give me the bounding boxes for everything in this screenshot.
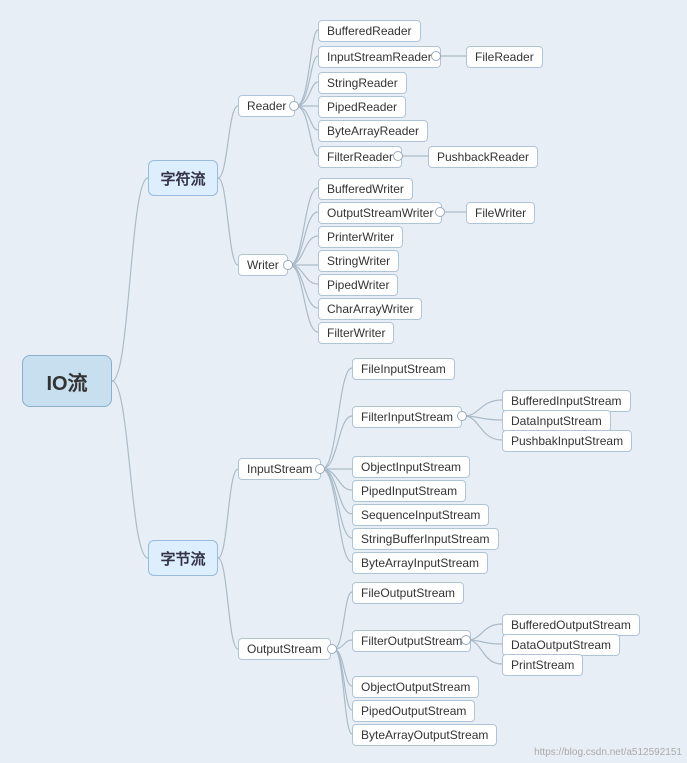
filter-writer: FilterWriter [318, 322, 394, 344]
inputstream-reader: InputStreamReader [318, 46, 441, 68]
outputstream-collapse-dot[interactable] [327, 644, 337, 654]
char-node: 字符流 [148, 160, 218, 196]
buffered-writer: BufferedWriter [318, 178, 413, 200]
filter-inputstream: FilterInputStream [352, 406, 462, 428]
outputstream-node: OutputStream [238, 638, 331, 660]
string-writer: StringWriter [318, 250, 399, 272]
buffered-reader: BufferedReader [318, 20, 421, 42]
bytearray-reader: ByteArrayReader [318, 120, 428, 142]
root-node: IO流 [22, 355, 112, 407]
file-inputstream: FileInputStream [352, 358, 455, 380]
stringbuffer-inputstream: StringBufferInputStream [352, 528, 499, 550]
inputstream-collapse-dot[interactable] [315, 464, 325, 474]
data-inputstream: DataInputStream [502, 410, 611, 432]
filterreader-collapse-dot[interactable] [393, 151, 403, 161]
buffered-outputstream: BufferedOutputStream [502, 614, 640, 636]
file-writer: FileWriter [466, 202, 535, 224]
data-outputstream: DataOutputStream [502, 634, 620, 656]
print-stream: PrintStream [502, 654, 583, 676]
filter-reader: FilterReader [318, 146, 402, 168]
chararray-writer: CharArrayWriter [318, 298, 422, 320]
pushbak-inputstream: PushbakInputStream [502, 430, 632, 452]
object-outputstream: ObjectOutputStream [352, 676, 479, 698]
reader-collapse-dot[interactable] [289, 101, 299, 111]
sequence-inputstream: SequenceInputStream [352, 504, 489, 526]
piped-reader: PipedReader [318, 96, 406, 118]
bytearray-outputstream: ByteArrayOutputStream [352, 724, 497, 746]
writer-node: Writer [238, 254, 288, 276]
filterinputstream-collapse-dot[interactable] [457, 411, 467, 421]
pushback-reader: PushbackReader [428, 146, 538, 168]
reader-node: Reader [238, 95, 295, 117]
writer-collapse-dot[interactable] [283, 260, 293, 270]
inputstream-node: InputStream [238, 458, 321, 480]
watermark: https://blog.csdn.net/a512592151 [534, 747, 682, 758]
byte-node: 字节流 [148, 540, 218, 576]
piped-writer: PipedWriter [318, 274, 398, 296]
piped-outputstream: PipedOutputStream [352, 700, 475, 722]
filteroutputstream-collapse-dot[interactable] [461, 635, 471, 645]
printer-writer: PrinterWriter [318, 226, 403, 248]
file-outputstream: FileOutputStream [352, 582, 464, 604]
file-reader: FileReader [466, 46, 543, 68]
mind-map: IO流 字符流 字节流 Reader Writer InputStream Ou… [0, 0, 687, 763]
outputstream-writer: OutputStreamWriter [318, 202, 442, 224]
filter-outputstream: FilterOutputStream [352, 630, 471, 652]
outputstreamwriter-collapse-dot[interactable] [435, 207, 445, 217]
bytearray-inputstream: ByteArrayInputStream [352, 552, 488, 574]
inputstreamreader-collapse-dot[interactable] [431, 51, 441, 61]
object-inputstream: ObjectInputStream [352, 456, 470, 478]
piped-inputstream: PipedInputStream [352, 480, 466, 502]
string-reader: StringReader [318, 72, 407, 94]
buffered-inputstream: BufferedInputStream [502, 390, 631, 412]
